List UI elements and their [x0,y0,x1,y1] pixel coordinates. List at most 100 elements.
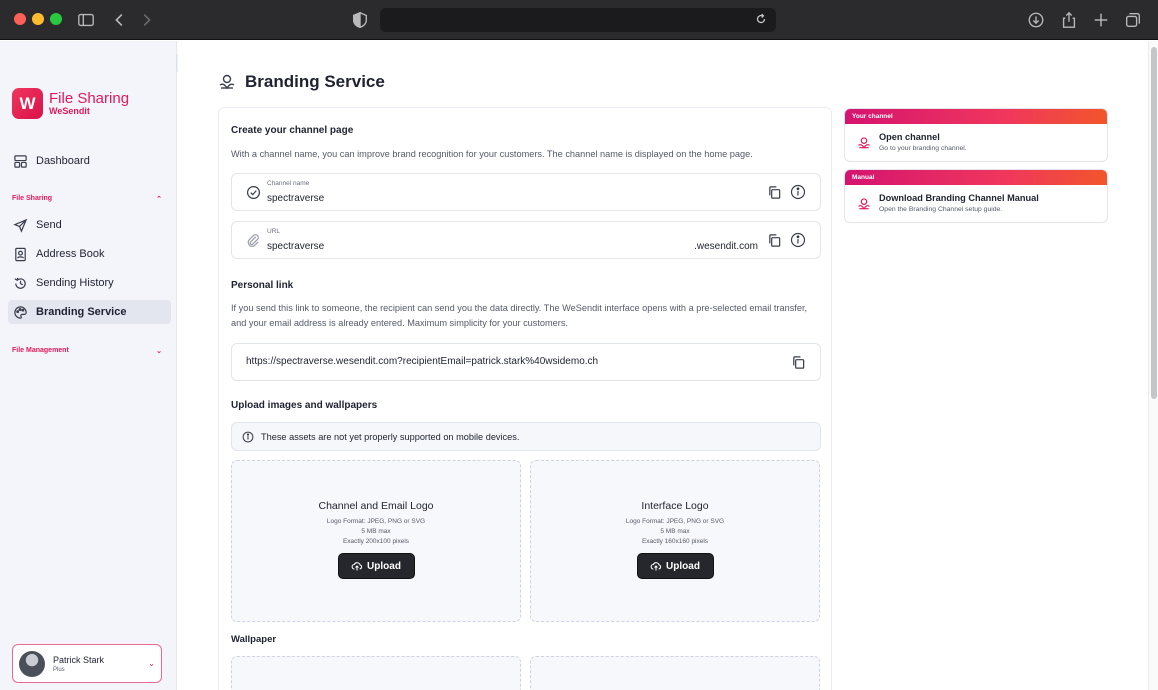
back-icon[interactable] [110,10,130,30]
share-icon[interactable] [1059,10,1079,30]
dashboard-icon [12,153,28,169]
card-title: Download Branding Channel Manual [879,193,1039,203]
palette-icon [12,304,28,320]
upload-size: 5 MB max [361,528,391,535]
upload-button[interactable]: Upload [636,553,714,579]
mobile-notice: These assets are not yet properly suppor… [231,422,821,451]
card-description: Go to your branding channel. [879,145,967,152]
sidebar-item-label: Dashboard [36,155,90,167]
url-label: URL [267,228,281,235]
browser-toolbar [0,0,1158,40]
section-file-sharing[interactable]: File Sharing ⌃ [12,195,162,203]
upload-format: Logo Format: JPEG, PNG or SVG [326,518,426,525]
forward-icon[interactable] [136,10,156,30]
main-content: Branding Service Create your channel pag… [178,41,1148,690]
wallpaper-upload-2[interactable] [530,656,820,690]
sidebar-toggle-icon[interactable] [76,10,96,30]
link-icon [246,233,261,248]
upload-format: Logo Format: JPEG, PNG or SVG [625,518,725,525]
url-suffix: .wesendit.com [694,241,758,252]
section-label: File Sharing [12,195,53,202]
logo-subtitle: WeSendit [49,106,90,116]
upload-size: 5 MB max [660,528,690,535]
upload-button-label: Upload [367,560,401,572]
upload-dimensions: Exactly 160x160 pixels [641,538,709,545]
logo-title: File Sharing [49,90,130,107]
channel-name-field[interactable]: Channel name spectraverse [231,173,821,211]
download-icon[interactable] [1026,10,1046,30]
branding-panel: Create your channel page With a channel … [218,107,832,690]
personal-link-field[interactable]: https://spectraverse.wesendit.com?recipi… [231,343,821,381]
wallpaper-title: Wallpaper [231,634,277,645]
address-book-icon [12,246,28,262]
sidebar-item-label: Sending History [36,277,114,289]
close-window-button[interactable] [14,13,26,25]
address-bar[interactable] [380,8,776,32]
branding-icon [218,73,236,91]
upload-button[interactable]: Upload [337,553,415,579]
personal-link-title: Personal link [231,280,294,291]
personal-link-description: If you send this link to someone, the re… [231,303,808,328]
chevron-down-icon: ⌄ [156,348,162,355]
sidebar-item-label: Send [36,219,62,231]
card-header: Your channel [845,109,1107,124]
info-icon[interactable] [790,184,806,200]
channel-name-value: spectraverse [267,193,325,204]
cloud-upload-icon [351,562,363,571]
upload-title: Interface Logo [641,500,709,512]
branding-icon [857,197,871,211]
channel-email-logo-upload[interactable]: Channel and Email Logo Logo Format: JPEG… [231,460,521,622]
sidebar-item-send[interactable]: Send [8,213,171,237]
sidebar-item-label: Branding Service [36,306,127,318]
section-file-management[interactable]: File Management ⌄ [12,347,162,355]
logo-mark: W [12,88,43,119]
info-icon[interactable] [790,232,806,248]
sidebar-item-dashboard[interactable]: Dashboard [8,149,171,173]
copy-icon[interactable] [767,185,782,200]
reload-icon[interactable] [754,12,770,28]
info-icon [242,431,254,443]
send-icon [12,217,28,233]
sidebar-item-label: Address Book [36,248,105,260]
copy-icon[interactable] [767,233,782,248]
privacy-shield-icon[interactable] [350,10,370,30]
uploads-title: Upload images and wallpapers [231,400,378,411]
card-description: Open the Branding Channel setup guide. [879,206,1003,213]
minimize-window-button[interactable] [32,13,44,25]
tab-overview-icon[interactable] [1123,10,1143,30]
browser-window: W File Sharing WeSendit Dashboard File S… [0,0,1158,690]
open-channel-card[interactable]: Your channel Open channel Go to your bra… [844,108,1108,162]
chevron-down-icon: ⌄ [148,659,155,668]
page-scrollbar[interactable] [1148,41,1158,690]
channel-name-label: Channel name [267,180,310,187]
wallpaper-upload-1[interactable] [231,656,521,690]
app-logo[interactable]: W File Sharing WeSendit [12,88,129,119]
sidebar: W File Sharing WeSendit Dashboard File S… [0,41,177,690]
copy-icon[interactable] [791,355,806,370]
card-header: Manual [845,170,1107,185]
upload-title: Channel and Email Logo [318,500,434,512]
upload-dimensions: Exactly 200x100 pixels [342,538,410,545]
notice-text: These assets are not yet properly suppor… [261,431,520,442]
user-menu[interactable]: Patrick Stark Plus ⌄ [12,644,162,683]
branding-icon [857,136,871,150]
history-icon [12,275,28,291]
check-circle-icon [246,185,261,200]
channel-description: With a channel name, you can improve bra… [231,149,753,159]
maximize-window-button[interactable] [50,13,62,25]
sidebar-item-sending-history[interactable]: Sending History [8,271,171,295]
section-label: File Management [12,347,69,354]
new-tab-icon[interactable] [1091,10,1111,30]
sidebar-item-branding-service[interactable]: Branding Service [8,300,171,324]
sidebar-item-address-book[interactable]: Address Book [8,242,171,266]
user-name: Patrick Stark [53,654,105,665]
scrollbar-thumb[interactable] [1151,47,1157,399]
branding-manual-card[interactable]: Manual Download Branding Channel Manual … [844,169,1108,223]
chevron-up-icon: ⌃ [156,196,162,203]
page-title: Branding Service [218,72,385,92]
channel-url-field[interactable]: URL spectraverse .wesendit.com [231,221,821,259]
channel-section-title: Create your channel page [231,125,354,136]
interface-logo-upload[interactable]: Interface Logo Logo Format: JPEG, PNG or… [530,460,820,622]
avatar [19,650,45,677]
url-value: spectraverse [267,241,325,252]
